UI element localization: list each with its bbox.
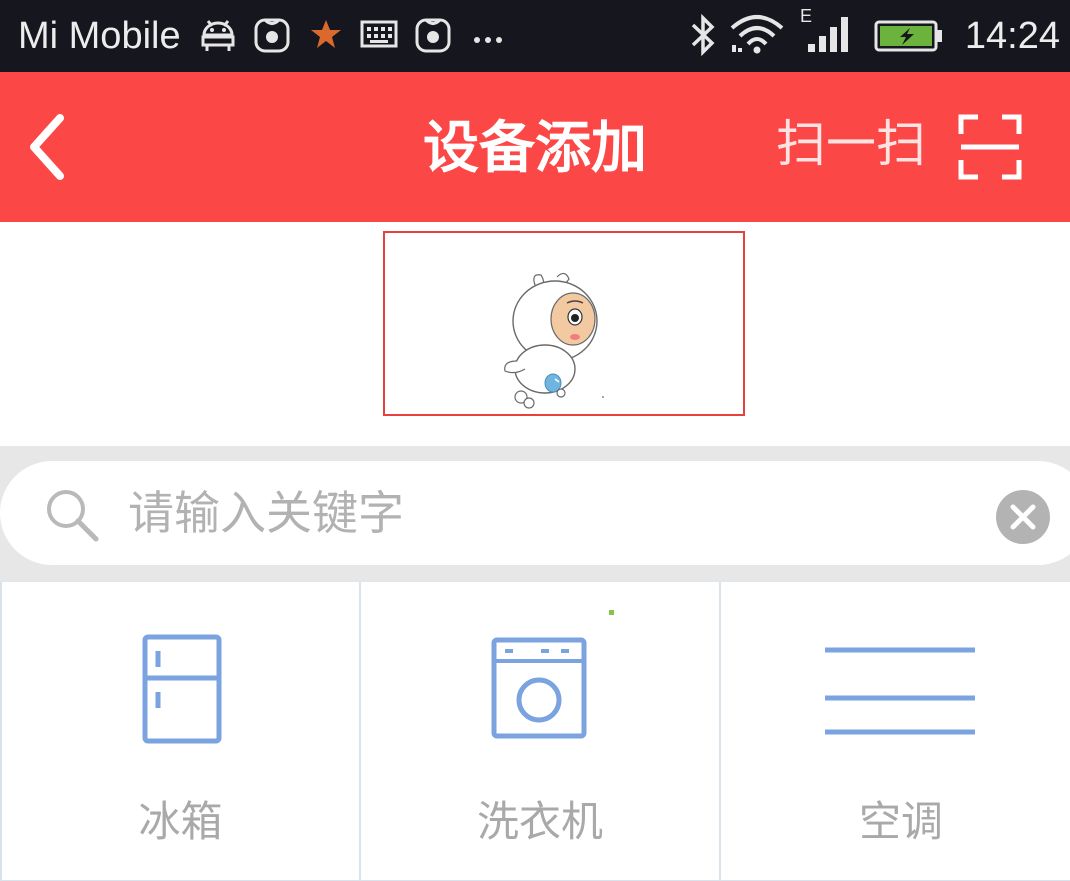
air-conditioner-icon (825, 646, 975, 740)
category-washing-machine[interactable]: 洗衣机 (361, 582, 721, 881)
search-strip (0, 446, 1070, 581)
marker-dot (609, 610, 614, 615)
category-refrigerator[interactable]: 冰箱 (0, 582, 361, 881)
mascot-frame (383, 231, 745, 416)
category-air-conditioner[interactable]: 空调 (721, 582, 1070, 881)
banner (0, 222, 1070, 446)
category-label: 冰箱 (138, 797, 223, 846)
bluetooth-icon (688, 13, 718, 60)
search-box (0, 461, 1070, 565)
wifi-icon (728, 12, 786, 58)
mascot-icon (504, 272, 604, 409)
screen: Mi Mobile E 14:24 设备添加 扫一扫 请输入关键字 冰箱 洗衣机… (0, 0, 1070, 881)
more-dots-icon (472, 30, 504, 49)
scan-button[interactable]: 扫一扫 (776, 108, 1046, 184)
huawei-app-icon (414, 17, 452, 57)
search-input[interactable] (128, 479, 948, 547)
qr-scan-icon (958, 114, 1022, 184)
signal-icon (806, 14, 854, 58)
category-label: 空调 (858, 797, 943, 846)
clock: 14:24 (964, 15, 1060, 57)
clear-circle-icon (996, 490, 1050, 544)
carrier-name: Mi Mobile (18, 15, 181, 57)
keyboard-icon (360, 20, 398, 52)
search-icon (44, 487, 100, 547)
washing-machine-icon (491, 637, 587, 743)
status-bar: Mi Mobile E 14:24 (0, 0, 1070, 72)
battery-charging-icon (874, 20, 944, 56)
star-icon (309, 18, 343, 54)
refrigerator-icon (142, 634, 222, 748)
title-bar: 设备添加 扫一扫 (0, 72, 1070, 222)
scan-label: 扫一扫 (776, 115, 926, 173)
back-button[interactable] (22, 112, 78, 182)
chevron-left-icon (30, 114, 64, 180)
category-grid: 冰箱 洗衣机 空调 (0, 581, 1070, 881)
category-label: 洗衣机 (476, 797, 603, 846)
clear-button[interactable] (996, 490, 1050, 544)
android-debug-icon (198, 17, 238, 57)
huawei-app-icon (253, 17, 291, 57)
